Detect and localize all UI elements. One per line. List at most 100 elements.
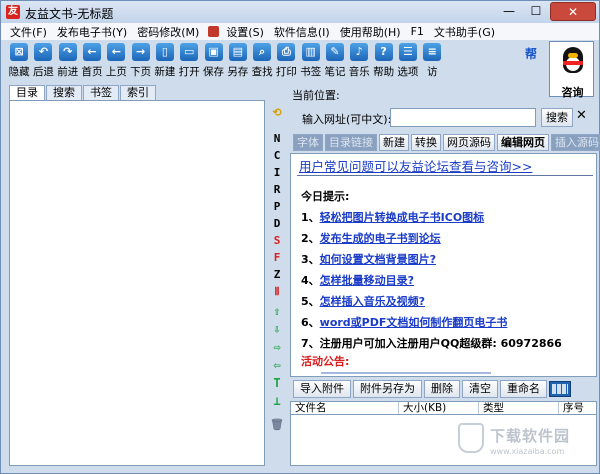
tip-link[interactable]: word或PDF文档如何制作翻页电子书: [320, 316, 508, 329]
tool-next-page[interactable]: → 下页: [128, 40, 152, 84]
url-input[interactable]: [390, 108, 536, 127]
move-top-icon[interactable]: T: [267, 376, 287, 390]
convert-button[interactable]: 转换: [411, 134, 441, 151]
menu-password[interactable]: 密码修改(M): [132, 24, 204, 40]
move-bottom-icon[interactable]: ⊥: [267, 394, 287, 408]
tool-hide[interactable]: ⊠ 隐藏: [7, 40, 31, 84]
col-type[interactable]: 类型: [479, 402, 559, 414]
tool-visit[interactable]: ≡ 访: [420, 40, 444, 84]
col-filename[interactable]: 文件名: [291, 402, 399, 414]
close-icon[interactable]: ✕: [576, 108, 587, 123]
save-attachment-as-button[interactable]: 附件另存为: [353, 380, 422, 398]
side-letter-d[interactable]: D: [267, 217, 287, 230]
redo-icon: ↷: [58, 43, 77, 61]
tip-item: 3、如何设置文档背景图片?: [301, 251, 436, 267]
tab-index[interactable]: 索引: [120, 85, 156, 100]
maximize-button[interactable]: ☐: [523, 2, 549, 21]
side-letter-p[interactable]: P: [267, 200, 287, 213]
move-up-icon[interactable]: ⇧: [267, 304, 287, 318]
move-left-icon[interactable]: ⇦: [267, 358, 287, 372]
menu-software-info[interactable]: 软件信息(I): [269, 24, 335, 40]
side-letter-n[interactable]: N: [267, 132, 287, 145]
view-mode-icon[interactable]: [549, 381, 571, 397]
col-index[interactable]: 序号: [559, 402, 596, 414]
tool-new[interactable]: ▯ 新建: [153, 40, 177, 84]
tool-back[interactable]: ↶ 后退: [31, 40, 55, 84]
recycle-bin-icon[interactable]: 🗑: [267, 418, 287, 431]
tool-forward[interactable]: ↷ 前进: [56, 40, 80, 84]
watermark-url: www.xiazaiba.com: [490, 447, 565, 456]
tab-search[interactable]: 搜索: [46, 85, 82, 100]
side-letter-z[interactable]: Z: [267, 268, 287, 281]
menu-bar: 文件(F) 发布电子书(Y) 密码修改(M) 设置(S) 软件信息(I) 使用帮…: [1, 23, 599, 40]
tip-link[interactable]: 发布生成的电子书到论坛: [320, 232, 441, 245]
app-window: 友 友益文书-无标题 — ☐ ✕ 文件(F) 发布电子书(Y) 密码修改(M) …: [0, 0, 600, 474]
url-label: 输入网址(可中文):: [302, 113, 392, 126]
tool-bookmark[interactable]: ▥ 书签: [299, 40, 323, 84]
refresh-icon[interactable]: ⟲: [267, 106, 287, 119]
tool-note[interactable]: ✎ 笔记: [323, 40, 347, 84]
tip-link[interactable]: 怎样插入音乐及视频?: [320, 295, 425, 308]
side-letter-s[interactable]: S: [267, 234, 287, 247]
clear-button[interactable]: 清空: [462, 380, 498, 398]
side-letter-ii[interactable]: Ⅱ: [267, 285, 287, 298]
menu-help[interactable]: 使用帮助(H): [335, 24, 406, 40]
file-list-header: 文件名 大小(KB) 类型 序号: [290, 401, 597, 415]
tab-bookmarks[interactable]: 书签: [83, 85, 119, 100]
col-size[interactable]: 大小(KB): [399, 402, 479, 414]
menu-publish[interactable]: 发布电子书(Y): [52, 24, 132, 40]
tool-find[interactable]: ⌕ 查找: [250, 40, 274, 84]
rename-button[interactable]: 重命名: [500, 380, 547, 398]
tip-number: 4、: [301, 274, 320, 287]
tool-label: 后退: [32, 66, 54, 78]
tab-contents[interactable]: 目录: [9, 85, 45, 100]
tool-label: 访: [426, 66, 438, 78]
divider: [297, 175, 593, 176]
import-attachment-button[interactable]: 导入附件: [293, 380, 351, 398]
menu-assistant[interactable]: 文书助手(G): [429, 24, 500, 40]
menu-f1[interactable]: F1: [406, 25, 429, 38]
move-right-icon[interactable]: ⇨: [267, 340, 287, 354]
tool-music[interactable]: ♪ 音乐: [347, 40, 371, 84]
find-icon: ⌕: [253, 43, 272, 61]
open-folder-icon: ▭: [180, 43, 199, 61]
delete-button[interactable]: 删除: [424, 380, 460, 398]
toc-link-button[interactable]: 目录链接: [325, 134, 377, 151]
tool-print[interactable]: ⎙ 打印: [274, 40, 298, 84]
minimize-button[interactable]: —: [496, 2, 522, 21]
tool-home[interactable]: ← 首页: [80, 40, 104, 84]
insert-source-button[interactable]: 插入源码: [551, 134, 600, 151]
side-letter-f[interactable]: F: [267, 251, 287, 264]
page-source-button[interactable]: 网页源码: [443, 134, 495, 151]
new-button[interactable]: 新建: [379, 134, 409, 151]
contents-tree[interactable]: [9, 100, 265, 466]
tool-save-as[interactable]: ▤ 另存: [226, 40, 250, 84]
edit-page-button[interactable]: 编辑网页: [497, 134, 549, 151]
close-window-button[interactable]: ✕: [550, 2, 596, 21]
tip-link[interactable]: 怎样批量移动目录?: [320, 274, 414, 287]
tool-help[interactable]: ? 帮助: [371, 40, 395, 84]
tip-item: 2、发布生成的电子书到论坛: [301, 230, 441, 246]
tip-link[interactable]: 轻松把图片转换成电子书ICO图标: [320, 211, 485, 224]
side-letter-c[interactable]: C: [267, 149, 287, 162]
forum-link[interactable]: 用户常见问题可以友益论坛查看与咨询>>: [299, 156, 532, 175]
menu-file[interactable]: 文件(F): [5, 24, 52, 40]
tool-label: 打印: [275, 66, 297, 78]
side-letter-i[interactable]: I: [267, 166, 287, 179]
tool-label: 另存: [227, 66, 249, 78]
tip-number: 7、: [301, 337, 320, 350]
font-button[interactable]: 字体: [293, 134, 323, 151]
menu-settings[interactable]: 设置(S): [221, 24, 269, 40]
tip-link[interactable]: 如何设置文档背景图片?: [320, 253, 436, 266]
tool-open[interactable]: ▭ 打开: [177, 40, 201, 84]
tool-options[interactable]: ☰ 选项: [396, 40, 420, 84]
help-link-icon[interactable]: 帮: [525, 45, 537, 62]
music-icon: ♪: [350, 43, 369, 61]
move-down-icon[interactable]: ⇩: [267, 322, 287, 336]
tool-prev-page[interactable]: ← 上页: [104, 40, 128, 84]
side-letter-r[interactable]: R: [267, 183, 287, 196]
search-button[interactable]: 搜索: [541, 108, 573, 127]
tool-save[interactable]: ▣ 保存: [201, 40, 225, 84]
hide-icon: ⊠: [10, 43, 29, 61]
side-tool-column: ⟲ N C I R P D S F Z Ⅱ ⇧ ⇩ ⇨ ⇦ T ⊥ 🗑: [267, 100, 287, 466]
